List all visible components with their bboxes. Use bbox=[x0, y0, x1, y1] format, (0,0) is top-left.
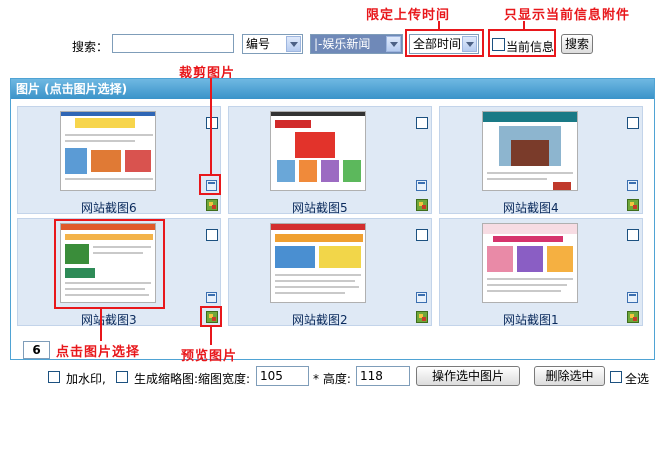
delete-selected-button[interactable]: 删除选中 bbox=[534, 366, 605, 386]
panel-title: 图片 (点击图片选择) bbox=[11, 79, 654, 99]
chevron-down-icon bbox=[462, 36, 477, 52]
time-select-value: 全部时间 bbox=[413, 37, 462, 51]
image-caption: 网站截图5 bbox=[292, 201, 348, 215]
select-checkbox[interactable] bbox=[416, 117, 428, 129]
select-checkbox[interactable] bbox=[416, 229, 428, 241]
thumb-height-input[interactable]: 118 bbox=[356, 366, 410, 386]
preview-highlight bbox=[200, 306, 222, 327]
annotation-arrow bbox=[210, 78, 212, 174]
thumbnail-4[interactable] bbox=[482, 111, 578, 191]
thumb-width-input[interactable]: 105 bbox=[256, 366, 309, 386]
watermark-checkbox[interactable] bbox=[48, 371, 60, 383]
image-count: 6 bbox=[23, 341, 50, 359]
annotation-arrow bbox=[210, 327, 212, 345]
thumbnail-2[interactable] bbox=[270, 223, 366, 303]
image-caption: 网站截图2 bbox=[292, 313, 348, 327]
preview-icon[interactable] bbox=[206, 199, 218, 211]
image-caption: 网站截图4 bbox=[503, 201, 559, 215]
select-all-label: 全选 bbox=[625, 372, 650, 386]
crop-icon[interactable] bbox=[627, 292, 638, 303]
chevron-down-icon bbox=[386, 36, 401, 52]
category-select[interactable]: |-娱乐新闻 bbox=[310, 34, 403, 54]
preview-icon[interactable] bbox=[627, 311, 639, 323]
height-label: * 高度: bbox=[313, 372, 351, 386]
current-only-label: 当前信息 bbox=[506, 40, 555, 54]
search-label: 搜索： bbox=[72, 40, 109, 54]
crop-highlight bbox=[199, 174, 221, 195]
select-all-checkbox[interactable] bbox=[610, 371, 622, 383]
crop-icon[interactable] bbox=[416, 180, 427, 191]
annotation-click-select: 点击图片选择 bbox=[56, 345, 141, 360]
search-input[interactable] bbox=[112, 34, 234, 53]
select-checkbox[interactable] bbox=[206, 117, 218, 129]
thumbnail-5[interactable] bbox=[270, 111, 366, 191]
preview-icon[interactable] bbox=[416, 311, 428, 323]
thumbnail-1[interactable] bbox=[482, 223, 578, 303]
field-select[interactable]: 编号 bbox=[242, 34, 303, 54]
category-select-value: |-娱乐新闻 bbox=[314, 37, 371, 51]
chevron-down-icon bbox=[286, 36, 301, 52]
preview-icon[interactable] bbox=[416, 199, 428, 211]
thumbnail-label: 生成缩略图:缩图宽度: bbox=[134, 372, 251, 386]
operate-selected-button[interactable]: 操作选中图片 bbox=[416, 366, 520, 386]
select-checkbox[interactable] bbox=[627, 117, 639, 129]
time-select[interactable]: 全部时间 bbox=[409, 34, 479, 54]
image-caption: 网站截图6 bbox=[81, 201, 137, 215]
image-caption: 网站截图1 bbox=[503, 313, 559, 327]
crop-icon[interactable] bbox=[416, 292, 427, 303]
field-select-value: 编号 bbox=[246, 37, 271, 51]
select-checkbox[interactable] bbox=[627, 229, 639, 241]
crop-icon[interactable] bbox=[627, 180, 638, 191]
thumbnail-checkbox[interactable] bbox=[116, 371, 128, 383]
thumbnail-highlight bbox=[54, 219, 165, 309]
preview-icon[interactable] bbox=[627, 199, 639, 211]
image-caption: 网站截图3 bbox=[81, 313, 137, 327]
watermark-label: 加水印, bbox=[66, 372, 106, 386]
crop-icon[interactable] bbox=[206, 292, 217, 303]
select-checkbox[interactable] bbox=[206, 229, 218, 241]
thumbnail-6[interactable] bbox=[60, 111, 156, 191]
annotation-preview: 预览图片 bbox=[181, 349, 238, 364]
search-button[interactable]: 搜索 bbox=[561, 34, 593, 54]
annotation-arrow bbox=[100, 309, 102, 341]
current-only-checkbox[interactable] bbox=[492, 38, 505, 51]
